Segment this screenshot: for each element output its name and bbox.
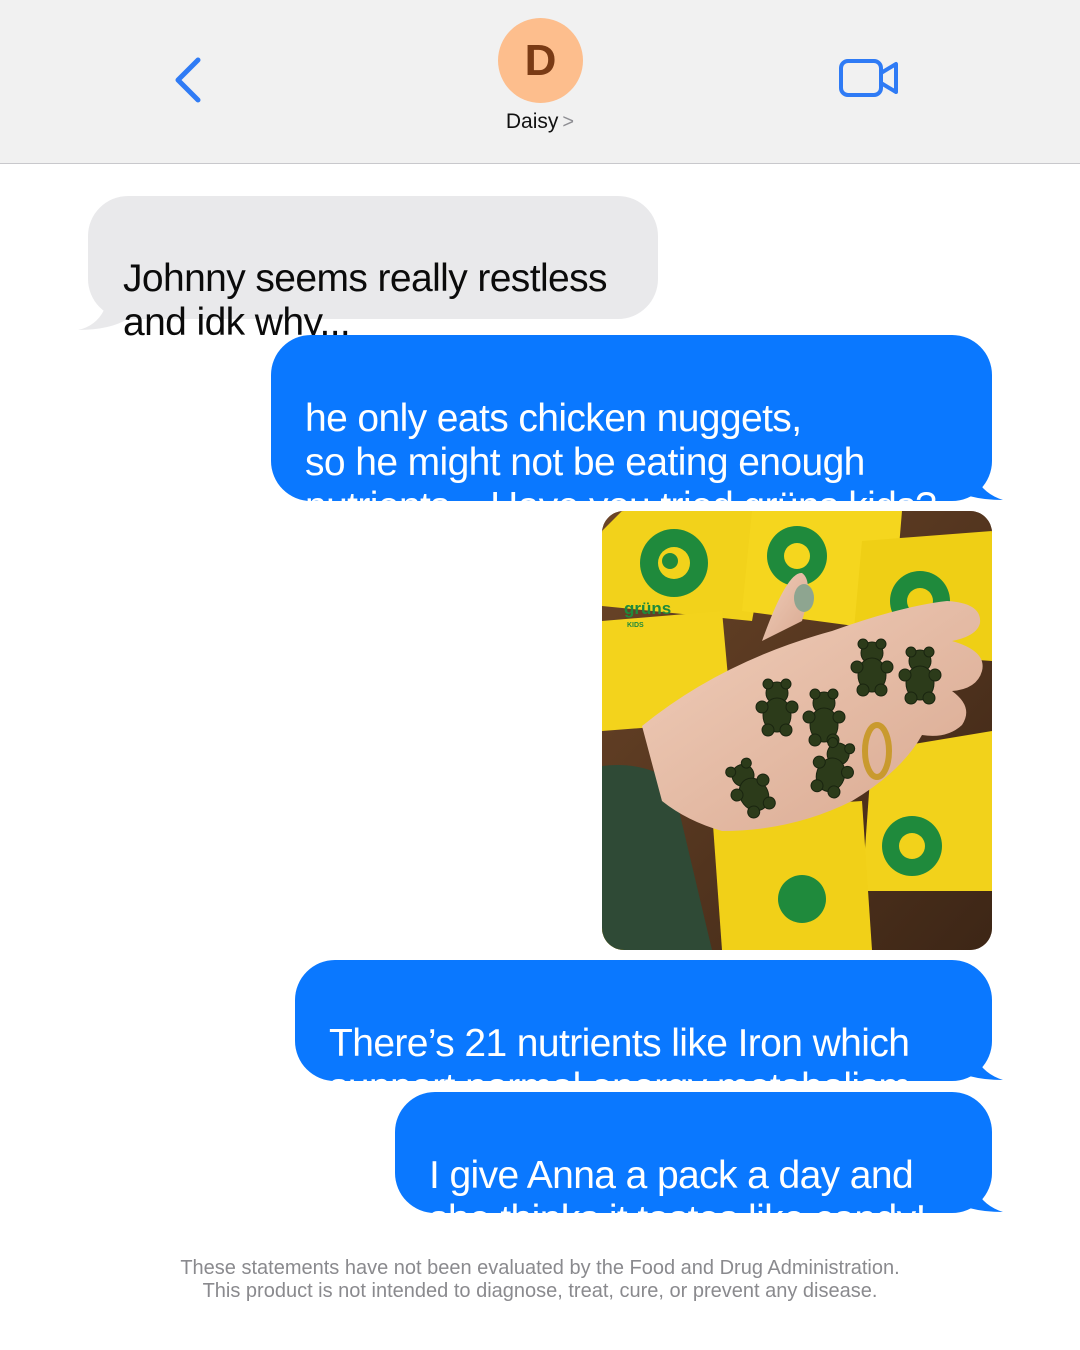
back-button[interactable] [166,52,210,108]
message-text: he only eats chicken nuggets, so he migh… [305,397,937,528]
fda-disclaimer: These statements have not been evaluated… [180,1257,900,1302]
contact-name: Daisy [505,110,559,133]
conversation-header: D Daisy > [0,0,1080,164]
message-text: Johnny seems really restless and idk why… [123,257,608,344]
message-text: I give Anna a pack a day and she thinks … [429,1154,926,1241]
contact-name-button[interactable]: Daisy > [440,110,640,134]
packet-brand-label: grüns [624,599,671,618]
message-bubble-outgoing[interactable]: There’s 21 nutrients like Iron which sup… [295,960,992,1109]
contact-avatar[interactable]: D [498,18,583,103]
chevron-right-icon: > [562,111,575,133]
message-bubble-outgoing[interactable]: I give Anna a pack a day and she thinks … [395,1092,992,1241]
chevron-left-icon [175,57,201,103]
video-call-button[interactable] [838,56,900,100]
message-bubble-incoming[interactable]: Johnny seems really restless and idk why… [88,196,658,344]
message-photo[interactable]: grüns KIDS [602,511,992,950]
video-camera-icon [839,59,898,97]
gummy-photo-image: grüns KIDS [602,511,992,950]
packet-subtitle-label: KIDS [627,622,644,629]
message-bubble-outgoing[interactable]: he only eats chicken nuggets, so he migh… [271,335,992,528]
